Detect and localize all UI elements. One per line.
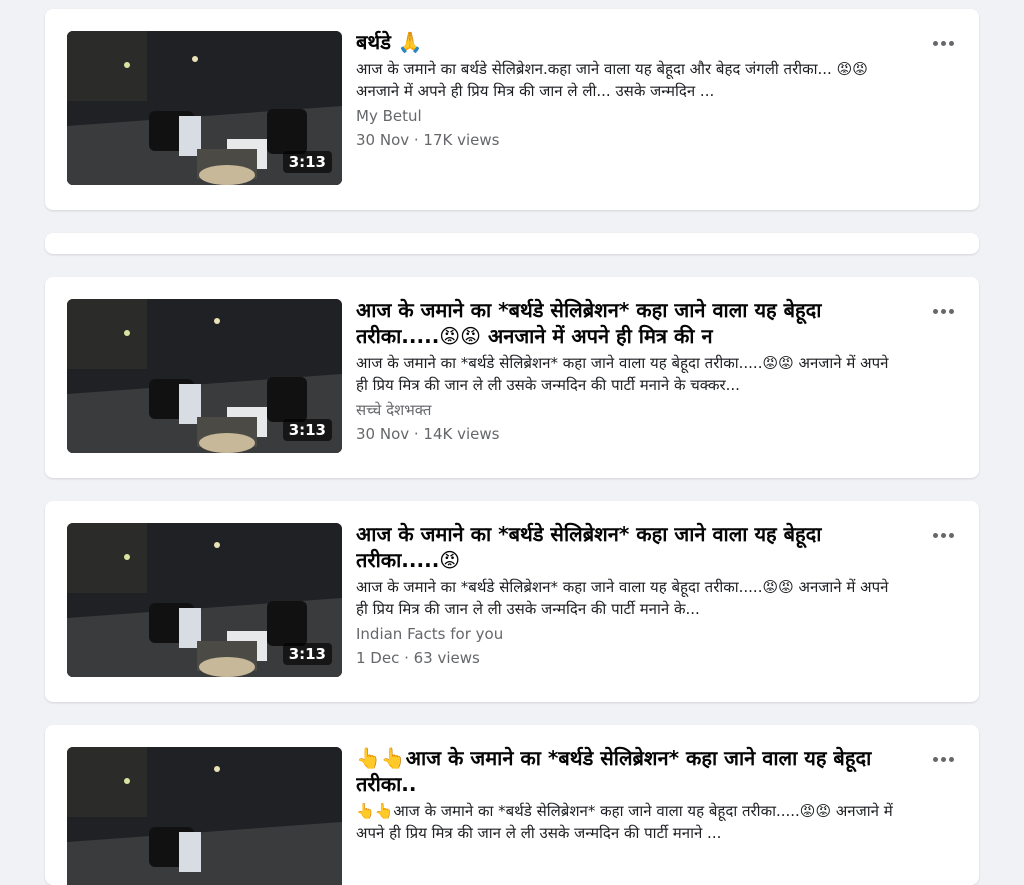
more-options-icon[interactable] (929, 33, 957, 53)
video-duration: 3:13 (282, 151, 332, 173)
video-title[interactable]: बर्थडे 🙏 (356, 29, 899, 55)
video-title[interactable]: आज के जमाने का *बर्थडे सेलिब्रेशन* कहा ज… (356, 521, 899, 573)
video-card[interactable]: 3:13 आज के जमाने का *बर्थडे सेलिब्रेशन* … (45, 277, 979, 478)
video-description: आज के जमाने का *बर्थडे सेलिब्रेशन* कहा ज… (356, 578, 889, 618)
more-options-icon[interactable] (929, 301, 957, 321)
video-meta: 30 Nov · 14K views (356, 425, 500, 443)
channel-name[interactable]: Indian Facts for you (356, 622, 899, 646)
more-options-icon[interactable] (929, 749, 957, 769)
video-description: आज के जमाने का बर्थडे सेलिब्रेशन.कहा जान… (356, 60, 868, 100)
video-meta: 30 Nov · 17K views (356, 131, 500, 149)
video-thumbnail[interactable] (67, 747, 342, 885)
video-meta: 1 Dec · 63 views (356, 649, 480, 667)
video-description: आज के जमाने का *बर्थडे सेलिब्रेशन* कहा ज… (356, 354, 889, 394)
video-title[interactable]: आज के जमाने का *बर्थडे सेलिब्रेशन* कहा ज… (356, 297, 899, 349)
more-options-icon[interactable] (929, 525, 957, 545)
collapsed-card (45, 233, 979, 254)
video-thumbnail[interactable]: 3:13 (67, 31, 342, 185)
video-duration: 3:13 (282, 419, 332, 441)
video-description: 👆👆आज के जमाने का *बर्थडे सेलिब्रेशन* कहा… (356, 802, 893, 842)
video-duration: 3:13 (282, 643, 332, 665)
video-title[interactable]: 👆👆आज के जमाने का *बर्थडे सेलिब्रेशन* कहा… (356, 745, 899, 797)
channel-name[interactable]: सच्चे देशभक्त (356, 398, 899, 422)
video-thumbnail[interactable]: 3:13 (67, 299, 342, 453)
thumbnail-image (67, 747, 342, 885)
video-card[interactable]: 3:13 आज के जमाने का *बर्थडे सेलिब्रेशन* … (45, 501, 979, 702)
video-card[interactable]: 👆👆आज के जमाने का *बर्थडे सेलिब्रेशन* कहा… (45, 725, 979, 885)
channel-name[interactable]: My Betul (356, 104, 899, 128)
video-thumbnail[interactable]: 3:13 (67, 523, 342, 677)
video-card[interactable]: 3:13 बर्थडे 🙏 आज के जमाने का बर्थडे सेलि… (45, 9, 979, 210)
